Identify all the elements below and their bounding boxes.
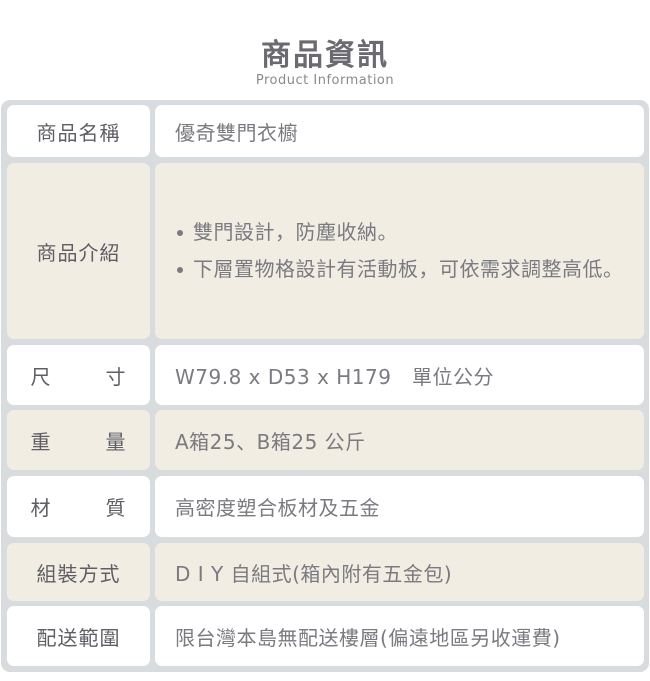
row-label: 配送範圍 (36, 625, 121, 650)
row-label-char: 尺 (30, 364, 52, 389)
label-cell: 配送範圍 (7, 606, 150, 666)
bullet-icon (177, 267, 183, 273)
label-cell: 商品介紹 (7, 163, 150, 339)
row-label: 材 質 (31, 492, 127, 521)
page-title: 商品資訊 (261, 38, 389, 73)
row-label: 尺 寸 (31, 361, 127, 390)
value-cell: 優奇雙門衣櫥 (155, 105, 644, 157)
table-row-assembly: 組裝方式 D I Y 自組式(箱內附有五金包) (7, 543, 644, 601)
label-cell: 材 質 (7, 476, 150, 537)
row-label-char: 質 (105, 496, 127, 520)
row-value: 高密度塑合板材及五金 (175, 496, 380, 520)
page-subtitle: Product Information (255, 73, 395, 88)
row-value: 優奇雙門衣櫥 (175, 120, 298, 145)
bullet-icon (177, 230, 183, 236)
table-row-dimensions: 尺 寸 W79.8 x D53 x H179 單位公分 (7, 345, 644, 405)
value-cell: A箱25、B箱25 公斤 (155, 410, 644, 470)
row-label-char: 量 (105, 429, 127, 454)
value-cell: W79.8 x D53 x H179 單位公分 (155, 345, 644, 405)
product-info-table: 商品名稱 優奇雙門衣櫥 商品介紹 雙門設計，防塵收納。 下層置物格設計有活動板，… (1, 100, 649, 672)
list-item: 雙門設計，防塵收納。 (175, 218, 624, 247)
row-label: 組裝方式 (36, 561, 121, 586)
row-label: 重 量 (31, 426, 127, 455)
row-value: W79.8 x D53 x H179 單位公分 (175, 364, 494, 389)
label-cell: 尺 寸 (7, 345, 150, 405)
table-row-weight: 重 量 A箱25、B箱25 公斤 (7, 410, 644, 470)
value-cell: 高密度塑合板材及五金 (155, 476, 644, 537)
list-item: 下層置物格設計有活動板，可依需求調整高低。 (175, 255, 624, 284)
row-label-char: 材 (30, 496, 52, 520)
row-label: 商品名稱 (36, 120, 121, 145)
feature-text: 雙門設計，防塵收納。 (193, 220, 398, 244)
label-cell: 重 量 (7, 410, 150, 470)
table-row-product-intro: 商品介紹 雙門設計，防塵收納。 下層置物格設計有活動板，可依需求調整高低。 (7, 163, 644, 339)
value-cell: 限台灣本島無配送樓層(偏遠地區另收運費) (155, 606, 644, 666)
feature-text: 下層置物格設計有活動板，可依需求調整高低。 (193, 257, 624, 281)
table-row-material: 材 質 高密度塑合板材及五金 (7, 476, 644, 537)
label-cell: 組裝方式 (7, 543, 150, 601)
row-value: 限台灣本島無配送樓層(偏遠地區另收運費) (175, 625, 561, 650)
value-cell: 雙門設計，防塵收納。 下層置物格設計有活動板，可依需求調整高低。 (155, 163, 644, 339)
row-value: A箱25、B箱25 公斤 (175, 429, 366, 454)
table-row-delivery: 配送範圍 限台灣本島無配送樓層(偏遠地區另收運費) (7, 606, 644, 666)
row-label: 商品介紹 (36, 240, 121, 265)
table-row-product-name: 商品名稱 優奇雙門衣櫥 (7, 105, 644, 157)
label-cell: 商品名稱 (7, 105, 150, 157)
row-label-char: 重 (30, 429, 52, 454)
row-label-char: 寸 (105, 364, 127, 389)
feature-list: 雙門設計，防塵收納。 下層置物格設計有活動板，可依需求調整高低。 (175, 210, 624, 292)
value-cell: D I Y 自組式(箱內附有五金包) (155, 543, 644, 601)
row-value: D I Y 自組式(箱內附有五金包) (175, 561, 453, 586)
